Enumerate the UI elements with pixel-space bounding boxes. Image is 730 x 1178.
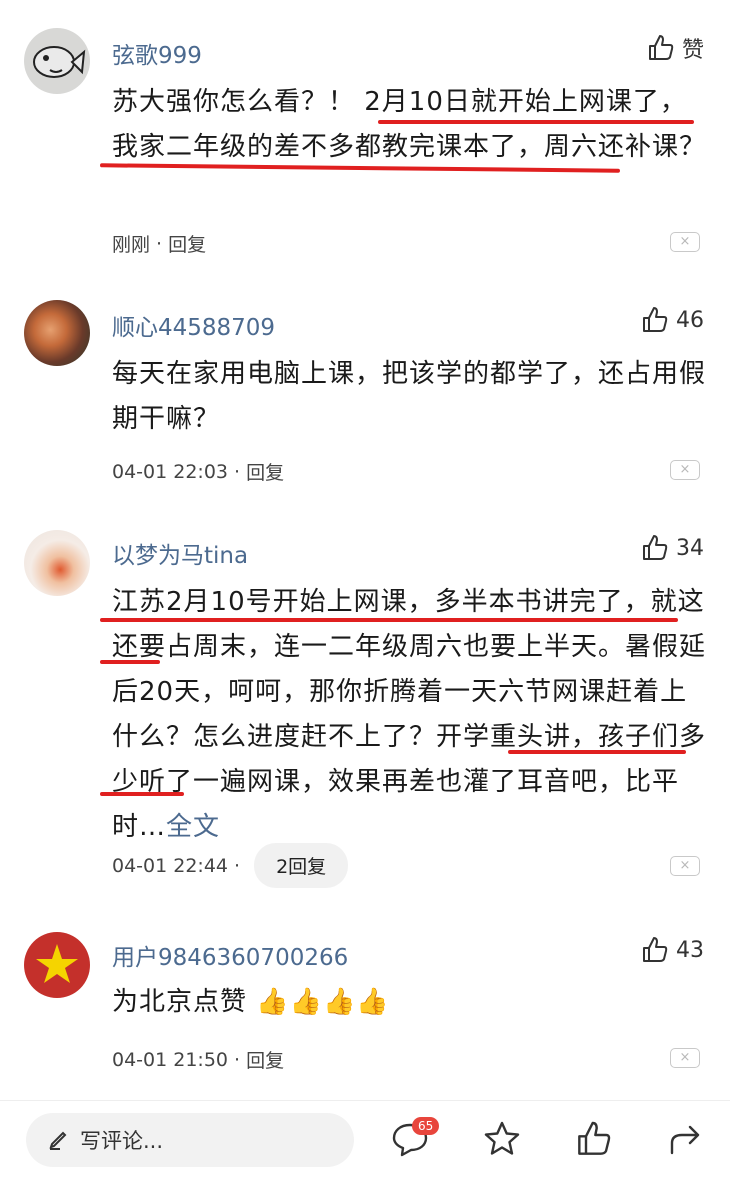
like-button[interactable]: 34 <box>640 533 704 563</box>
comment-count-badge: 65 <box>412 1117 440 1135</box>
comment-body: 为北京点赞 <box>112 987 248 1017</box>
thumbs-up-emoji: 👍👍👍👍 <box>256 987 390 1017</box>
read-more-link[interactable]: 全文 <box>166 812 220 842</box>
comment-time: 刚刚 <box>112 234 151 256</box>
thumbs-up-icon <box>643 937 668 962</box>
reply-link[interactable]: 回复 <box>246 1046 284 1073</box>
comment-text: 每天在家用电脑上课，把该学的都学了，还占用假期干嘛？ <box>112 359 707 434</box>
comment-meta: 刚刚 · 回复 <box>112 230 206 257</box>
avatar[interactable] <box>24 932 90 998</box>
highlight-underline <box>508 750 686 754</box>
comment-meta: 04-01 22:44 · 2回复 <box>112 843 349 888</box>
comment-text: 苏大强你怎么看？！ 2月10日就开始上网课了，我家二年级的差不多都教完课本了，周… <box>112 87 707 162</box>
avatar[interactable] <box>24 300 90 366</box>
thumbs-up-icon <box>643 535 668 560</box>
avatar[interactable] <box>24 28 90 94</box>
thumbs-up-icon <box>648 35 674 60</box>
username[interactable]: 弦歌999 <box>112 36 202 70</box>
dismiss-button[interactable]: × <box>670 1048 700 1068</box>
reply-link[interactable]: 回复 <box>246 458 284 485</box>
separator-dot: · <box>234 460 241 483</box>
dismiss-button[interactable]: × <box>670 460 700 480</box>
write-comment-input[interactable]: 写评论... <box>26 1113 354 1167</box>
separator-dot: · <box>234 854 241 877</box>
write-comment-placeholder: 写评论... <box>80 1129 164 1153</box>
reply-link[interactable]: 回复 <box>168 230 206 257</box>
like-button[interactable]: 46 <box>640 305 704 335</box>
comment-meta: 04-01 22:03 · 回复 <box>112 458 284 485</box>
username[interactable]: 以梦为马tina <box>112 536 248 570</box>
avatar[interactable] <box>24 530 90 596</box>
dismiss-button[interactable]: × <box>670 232 700 252</box>
separator-dot: · <box>156 232 163 255</box>
username[interactable]: 顺心44588709 <box>112 308 275 342</box>
separator-dot: · <box>234 1048 241 1071</box>
reply-count-button[interactable]: 2回复 <box>254 843 349 888</box>
comment-text: 为北京点赞 👍👍👍👍 <box>112 980 707 1025</box>
comment-time: 04-01 21:50 <box>112 1048 229 1071</box>
like-label: 赞 <box>681 38 704 63</box>
bottom-bar: 写评论... 65 <box>0 1100 730 1178</box>
like-button[interactable]: 43 <box>640 935 704 965</box>
like-button[interactable]: 赞 <box>646 32 704 64</box>
comment-time: 04-01 22:03 <box>112 460 229 483</box>
thumbs-up-icon[interactable] <box>574 1119 614 1159</box>
pencil-icon <box>49 1131 67 1150</box>
like-count: 43 <box>676 937 704 963</box>
comment-time: 04-01 22:44 <box>112 854 229 877</box>
highlight-underline <box>100 618 678 622</box>
highlight-underline <box>100 660 160 664</box>
star-icon[interactable] <box>482 1119 522 1159</box>
highlight-underline <box>100 792 184 796</box>
like-count: 46 <box>676 307 704 333</box>
comment-meta: 04-01 21:50 · 回复 <box>112 1046 284 1073</box>
highlight-underline <box>378 120 694 124</box>
share-icon[interactable] <box>666 1119 706 1159</box>
username[interactable]: 用户9846360700266 <box>112 938 348 972</box>
dismiss-button[interactable]: × <box>670 856 700 876</box>
thumbs-up-icon <box>643 307 668 332</box>
comment-body: 江苏2月10号开始上网课，多半本书讲完了，就这还要占周末，连一二年级周六也要上半… <box>112 587 707 842</box>
like-count: 34 <box>676 535 704 561</box>
